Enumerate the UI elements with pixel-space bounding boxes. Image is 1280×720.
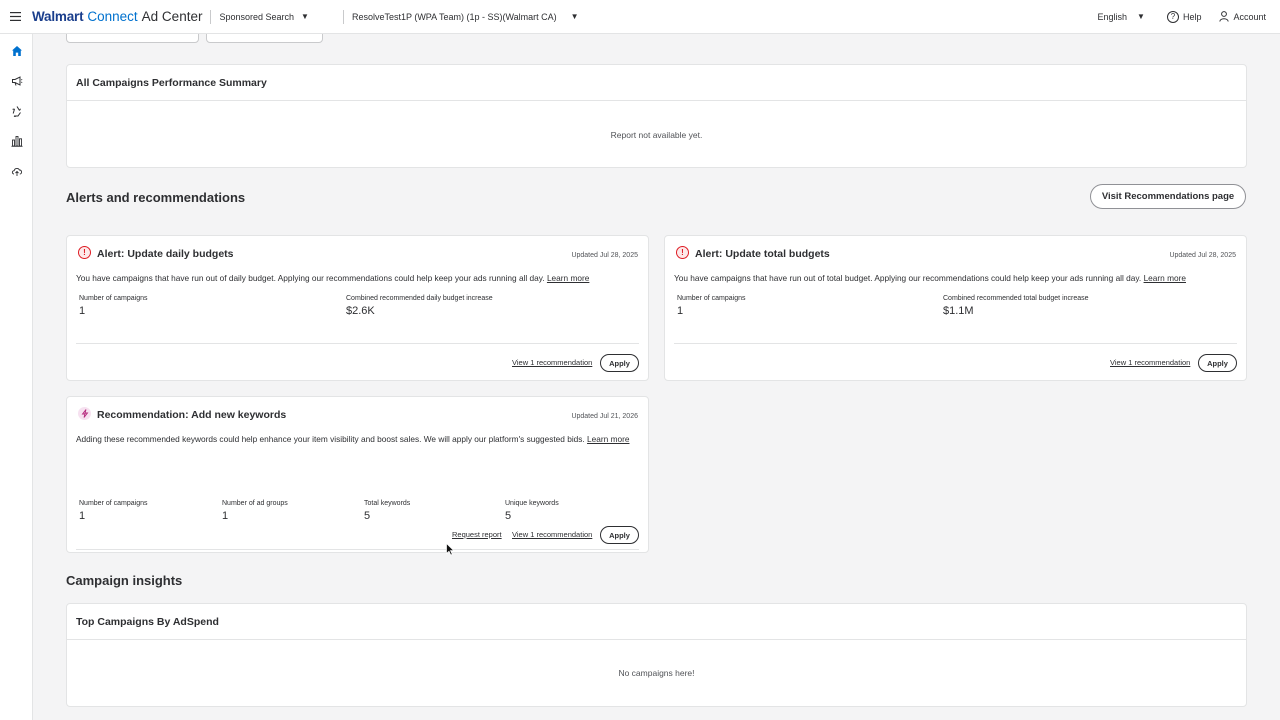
updated-date: Updated Jul 28, 2025 bbox=[571, 252, 638, 259]
side-nav bbox=[0, 34, 33, 720]
alert-daily-budgets-card: ! Alert: Update daily budgets Updated Ju… bbox=[66, 235, 649, 381]
nav-reports[interactable] bbox=[0, 126, 33, 156]
learn-more-link[interactable]: Learn more bbox=[587, 434, 629, 444]
alert-description: You have campaigns that have run out of … bbox=[76, 273, 639, 284]
language-selector[interactable]: English ▼ bbox=[1098, 12, 1145, 22]
metric-value: 1 bbox=[79, 305, 86, 317]
top-filter-button[interactable] bbox=[66, 34, 199, 43]
caret-down-icon: ▼ bbox=[301, 12, 309, 21]
metric-label: Total keywords bbox=[364, 500, 411, 507]
megaphone-icon bbox=[11, 76, 22, 86]
metric-value: 1 bbox=[222, 510, 229, 522]
brand-walmart: Walmart bbox=[32, 9, 84, 24]
metric-value: $1.1M bbox=[943, 305, 974, 317]
caret-down-icon: ▼ bbox=[570, 12, 579, 21]
alert-total-budgets-card: ! Alert: Update total budgets Updated Ju… bbox=[664, 235, 1247, 381]
top-filter-button[interactable] bbox=[206, 34, 323, 43]
metric-value: $2.6K bbox=[346, 305, 375, 317]
nav-campaigns[interactable] bbox=[0, 66, 33, 96]
card-divider bbox=[674, 343, 1237, 344]
cloud-upload-icon bbox=[11, 167, 22, 176]
metric-label: Number of campaigns bbox=[79, 500, 148, 507]
advertiser-selector[interactable]: ResolveTest1P (WPA Team) (1p - SS)(Walma… bbox=[352, 12, 579, 22]
caret-down-icon: ▼ bbox=[1137, 12, 1145, 21]
metric-label: Number of campaigns bbox=[79, 295, 148, 302]
learn-more-link[interactable]: Learn more bbox=[547, 273, 589, 283]
view-recommendation-link[interactable]: View 1 recommendation bbox=[512, 358, 592, 367]
top-header: Walmart Connect Ad Center Sponsored Sear… bbox=[0, 0, 1280, 34]
alert-icon: ! bbox=[676, 246, 689, 259]
performance-summary-card: All Campaigns Performance Summary Report… bbox=[66, 64, 1247, 168]
apply-button[interactable]: Apply bbox=[1198, 354, 1237, 372]
account-label: Account bbox=[1233, 11, 1266, 22]
help-link[interactable]: ? Help bbox=[1166, 10, 1202, 23]
learn-more-link[interactable]: Learn more bbox=[1144, 273, 1186, 283]
brand-logo[interactable]: Walmart Connect Ad Center bbox=[32, 9, 202, 24]
alert-description-text: You have campaigns that have run out of … bbox=[674, 273, 1142, 283]
alert-icon: ! bbox=[78, 246, 91, 259]
alert-title: Alert: Update daily budgets bbox=[97, 248, 234, 260]
request-report-link[interactable]: Request report bbox=[452, 530, 502, 539]
alert-description-text: You have campaigns that have run out of … bbox=[76, 273, 545, 283]
metric-label: Combined recommended total budget increa… bbox=[943, 295, 1089, 302]
rec-keywords-card: Recommendation: Add new keywords Updated… bbox=[66, 396, 649, 553]
recycle-icon bbox=[11, 106, 21, 117]
visit-recommendations-button[interactable]: Visit Recommendations page bbox=[1090, 184, 1246, 209]
card-divider bbox=[76, 343, 639, 344]
alert-description: You have campaigns that have run out of … bbox=[674, 273, 1237, 284]
metric-value: 1 bbox=[79, 510, 86, 522]
brand-adcenter: Ad Center bbox=[141, 9, 203, 24]
campaign-insights-title: Campaign insights bbox=[66, 573, 183, 588]
language-label: English bbox=[1097, 11, 1128, 22]
help-label: Help bbox=[1182, 11, 1202, 22]
rec-description: Adding these recommended keywords could … bbox=[76, 434, 632, 445]
metric-label: Combined recommended daily budget increa… bbox=[346, 295, 493, 302]
rec-title: Recommendation: Add new keywords bbox=[97, 409, 287, 421]
user-icon bbox=[1219, 11, 1230, 22]
nav-home[interactable] bbox=[0, 36, 33, 66]
metric-value: 5 bbox=[364, 510, 371, 522]
updated-date: Updated Jul 28, 2025 bbox=[1169, 252, 1236, 259]
apply-button[interactable]: Apply bbox=[600, 354, 639, 372]
lightning-icon bbox=[78, 407, 91, 420]
alert-title: Alert: Update total budgets bbox=[695, 248, 830, 260]
card-divider bbox=[76, 549, 639, 550]
top-campaigns-card: Top Campaigns By AdSpend No campaigns he… bbox=[66, 603, 1247, 707]
header-divider bbox=[342, 9, 344, 24]
view-recommendation-link[interactable]: View 1 recommendation bbox=[1110, 358, 1190, 367]
top-campaigns-header: Top Campaigns By AdSpend bbox=[67, 604, 1246, 640]
account-menu[interactable]: Account bbox=[1219, 11, 1266, 22]
header-divider bbox=[210, 9, 212, 24]
performance-summary-title: All Campaigns Performance Summary bbox=[76, 76, 267, 89]
help-icon: ? bbox=[1166, 10, 1179, 23]
nav-recommendations[interactable] bbox=[0, 96, 33, 126]
performance-summary-empty: Report not available yet. bbox=[610, 130, 703, 140]
view-recommendation-link[interactable]: View 1 recommendation bbox=[512, 530, 592, 539]
metric-label: Unique keywords bbox=[505, 500, 559, 507]
nav-upload[interactable] bbox=[0, 156, 33, 186]
product-selector[interactable]: Sponsored Search ▼ bbox=[219, 12, 308, 22]
performance-summary-header: All Campaigns Performance Summary bbox=[67, 65, 1246, 101]
menu-icon[interactable] bbox=[0, 12, 30, 21]
top-campaigns-title: Top Campaigns By AdSpend bbox=[76, 615, 219, 628]
metric-value: 5 bbox=[505, 510, 512, 522]
main-content: All Campaigns Performance Summary Report… bbox=[33, 34, 1280, 720]
metric-value: 1 bbox=[677, 305, 684, 317]
metric-label: Number of ad groups bbox=[222, 500, 288, 507]
product-selector-label: Sponsored Search bbox=[219, 11, 295, 22]
bar-chart-icon bbox=[11, 136, 22, 147]
metric-label: Number of campaigns bbox=[677, 295, 746, 302]
brand-connect: Connect bbox=[87, 9, 138, 24]
apply-button[interactable]: Apply bbox=[600, 526, 639, 544]
top-campaigns-empty: No campaigns here! bbox=[618, 668, 695, 678]
advertiser-selector-label: ResolveTest1P (WPA Team) (1p - SS)(Walma… bbox=[351, 11, 557, 22]
updated-date: Updated Jul 21, 2026 bbox=[571, 413, 638, 420]
alerts-section-title: Alerts and recommendations bbox=[66, 190, 246, 205]
rec-description-text: Adding these recommended keywords could … bbox=[76, 434, 585, 444]
home-icon bbox=[11, 46, 22, 56]
